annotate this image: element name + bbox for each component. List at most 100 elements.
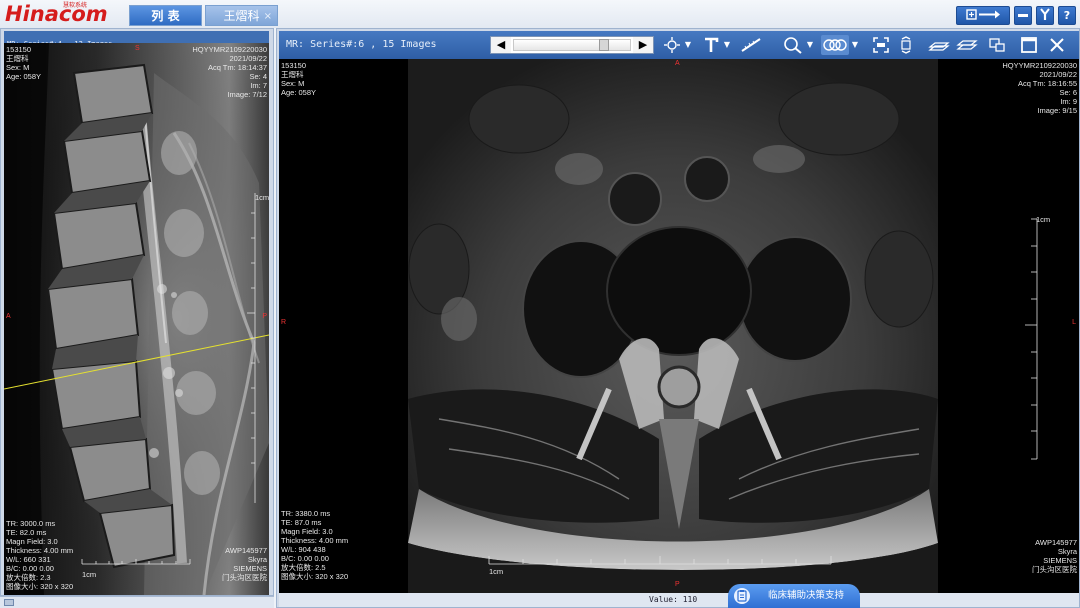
- right-patient-age: Age: 058Y: [281, 88, 317, 97]
- right-viewport: MR: Series#:6 , 15 Images ◀ ▶ ▼ ▼ ▼ ▼ 15…: [276, 28, 1080, 608]
- stack-layout-icon: [928, 42, 950, 51]
- text-annotation-tool-button[interactable]: [701, 35, 721, 55]
- left-series-num: Se: 4: [249, 72, 267, 81]
- clinical-decision-support-button[interactable]: 临床辅助决策支持: [728, 584, 860, 608]
- left-marker-right: P: [262, 313, 267, 320]
- left-patient-id: 153150: [6, 45, 32, 54]
- right-study-id: HQYYMR2109220030: [1002, 61, 1077, 70]
- window-level-tool-button[interactable]: [662, 35, 682, 55]
- tab-patient[interactable]: 王熠科 ×: [205, 5, 278, 26]
- axial-mr-image[interactable]: 153150 王熠科 Sex: M Age: 058Y HQYYMR210922…: [279, 59, 1079, 593]
- clipboard-icon: [734, 588, 750, 604]
- wrench-icon: [1040, 8, 1050, 20]
- hinacom-logo: Hinacom 慧软系统: [5, 2, 121, 26]
- right-acq-time: Acq Tm: 18:16:55: [1017, 79, 1077, 88]
- left-status-indicator[interactable]: [4, 599, 14, 606]
- chevron-down-icon: ▼: [684, 40, 692, 49]
- copy-image-button[interactable]: [987, 35, 1007, 55]
- stack-layout-button[interactable]: [927, 35, 951, 55]
- next-image-button[interactable]: ▶: [633, 37, 653, 53]
- fit-window-button[interactable]: [871, 35, 891, 55]
- left-study-date: 2021/09/22: [229, 54, 267, 63]
- right-ruler-label: 1cm: [1036, 215, 1051, 224]
- exit-button[interactable]: [956, 6, 1010, 25]
- axial-spine-illustration: [279, 59, 1079, 593]
- left-overlay-bottom-right: AWP145977 Skyra SIEMENS 门头沟区医院: [222, 546, 267, 582]
- left-marker-left: A: [6, 313, 11, 320]
- minimize-button[interactable]: [1014, 6, 1032, 25]
- stack-layout-alt-icon: [956, 40, 978, 50]
- right-station: AWP145977: [1035, 538, 1077, 547]
- left-brightness-contrast: B/C: 0.00 0.00: [6, 564, 54, 573]
- left-model: Skyra: [247, 555, 267, 564]
- link-series-tool-button[interactable]: [821, 35, 849, 55]
- right-brightness-contrast: B/C: 0.00 0.00: [281, 554, 329, 563]
- tab-list-label: 列 表: [151, 9, 180, 23]
- right-scale-label: 1cm: [489, 567, 504, 576]
- left-tr: TR: 3000.0 ms: [6, 519, 56, 528]
- left-ruler-label: 1cm: [255, 193, 269, 202]
- magnifier-dropdown[interactable]: ▼: [806, 35, 814, 55]
- link-series-dropdown[interactable]: ▼: [851, 35, 859, 55]
- clinical-decision-support-label: 临床辅助决策支持: [768, 590, 845, 601]
- right-patient-name: 王熠科: [281, 70, 304, 79]
- left-viewport: MR: Series#:4 , 12 Images: [0, 28, 274, 596]
- right-series-title: MR: Series#:6 , 15 Images: [286, 39, 437, 50]
- tab-list[interactable]: 列 表: [129, 5, 202, 26]
- stack-layout-alt-button[interactable]: [955, 35, 979, 55]
- text-annotation-dropdown[interactable]: ▼: [723, 35, 731, 55]
- left-window-level: W/L: 660 331: [6, 555, 51, 564]
- magnifier-tool-button[interactable]: [782, 35, 804, 55]
- link-series-icon: [823, 39, 847, 51]
- left-acq-time: Acq Tm: 18:14:37: [207, 63, 267, 72]
- logo-subtext: 慧软系统: [63, 2, 88, 9]
- maximize-button[interactable]: [1019, 35, 1039, 55]
- left-image-num: Im: 7: [250, 81, 267, 90]
- exit-icon: [966, 9, 1000, 20]
- right-marker-bottom: P: [675, 581, 680, 588]
- right-marker-right: L: [1072, 319, 1076, 326]
- tab-close-icon[interactable]: ×: [264, 6, 272, 27]
- right-magn-field: Magn Field: 3.0: [281, 527, 333, 536]
- right-manufacturer: SIEMENS: [1043, 556, 1077, 565]
- copy-image-icon: [989, 38, 1005, 52]
- right-image-num: Im: 9: [1060, 97, 1077, 106]
- left-patient-age: Age: 058Y: [6, 72, 42, 81]
- left-patient-sex: Sex: M: [6, 63, 30, 72]
- right-marker-left: R: [281, 319, 287, 326]
- right-marker-top: A: [675, 60, 680, 67]
- flip-icon: [901, 36, 911, 54]
- right-patient-sex: Sex: M: [281, 79, 305, 88]
- settings-button[interactable]: [1036, 6, 1054, 25]
- slider-thumb[interactable]: [599, 39, 609, 51]
- right-overlay-bottom-right: AWP145977 Skyra SIEMENS 门头沟区医院: [1032, 538, 1077, 574]
- right-window-level: W/L: 904 438: [281, 545, 326, 554]
- prev-image-button[interactable]: ◀: [491, 37, 511, 53]
- slider-track[interactable]: [513, 39, 631, 51]
- flip-button[interactable]: [897, 35, 915, 55]
- left-zoom: 放大倍数: 2.3: [6, 573, 51, 582]
- measure-tool-button[interactable]: [739, 35, 763, 55]
- right-study-date: 2021/09/22: [1039, 70, 1077, 79]
- sagittal-spine-illustration: [4, 43, 269, 595]
- left-hospital: 门头沟区医院: [222, 573, 267, 582]
- right-patient-id: 153150: [281, 61, 307, 70]
- right-status-bar: Value: 110: [279, 593, 1079, 607]
- app-window: Hinacom 慧软系统 列 表 王熠科 × ? 153150 王熠科 Sex:…: [0, 0, 1080, 608]
- right-hospital: 门头沟区医院: [1032, 565, 1077, 574]
- right-thickness: Thickness: 4.00 mm: [281, 536, 349, 545]
- left-status-bar: [0, 596, 274, 608]
- close-viewport-button[interactable]: [1047, 35, 1067, 55]
- help-button[interactable]: ?: [1058, 6, 1076, 25]
- maximize-icon: [1021, 37, 1037, 53]
- right-series-num: Se: 6: [1059, 88, 1077, 97]
- window-level-dropdown[interactable]: ▼: [684, 35, 692, 55]
- chevron-down-icon: ▼: [851, 40, 859, 49]
- top-bar: Hinacom 慧软系统 列 表 王熠科 × ?: [0, 0, 1080, 28]
- magnifier-icon: [784, 37, 802, 54]
- sagittal-mr-image[interactable]: 153150 王熠科 Sex: M Age: 058Y HQYYMR210922…: [4, 43, 269, 595]
- fit-window-icon: [873, 37, 889, 53]
- image-slider[interactable]: ◀ ▶: [490, 36, 654, 54]
- left-thickness: Thickness: 4.00 mm: [6, 546, 74, 555]
- left-patient-name: 王熠科: [6, 54, 29, 63]
